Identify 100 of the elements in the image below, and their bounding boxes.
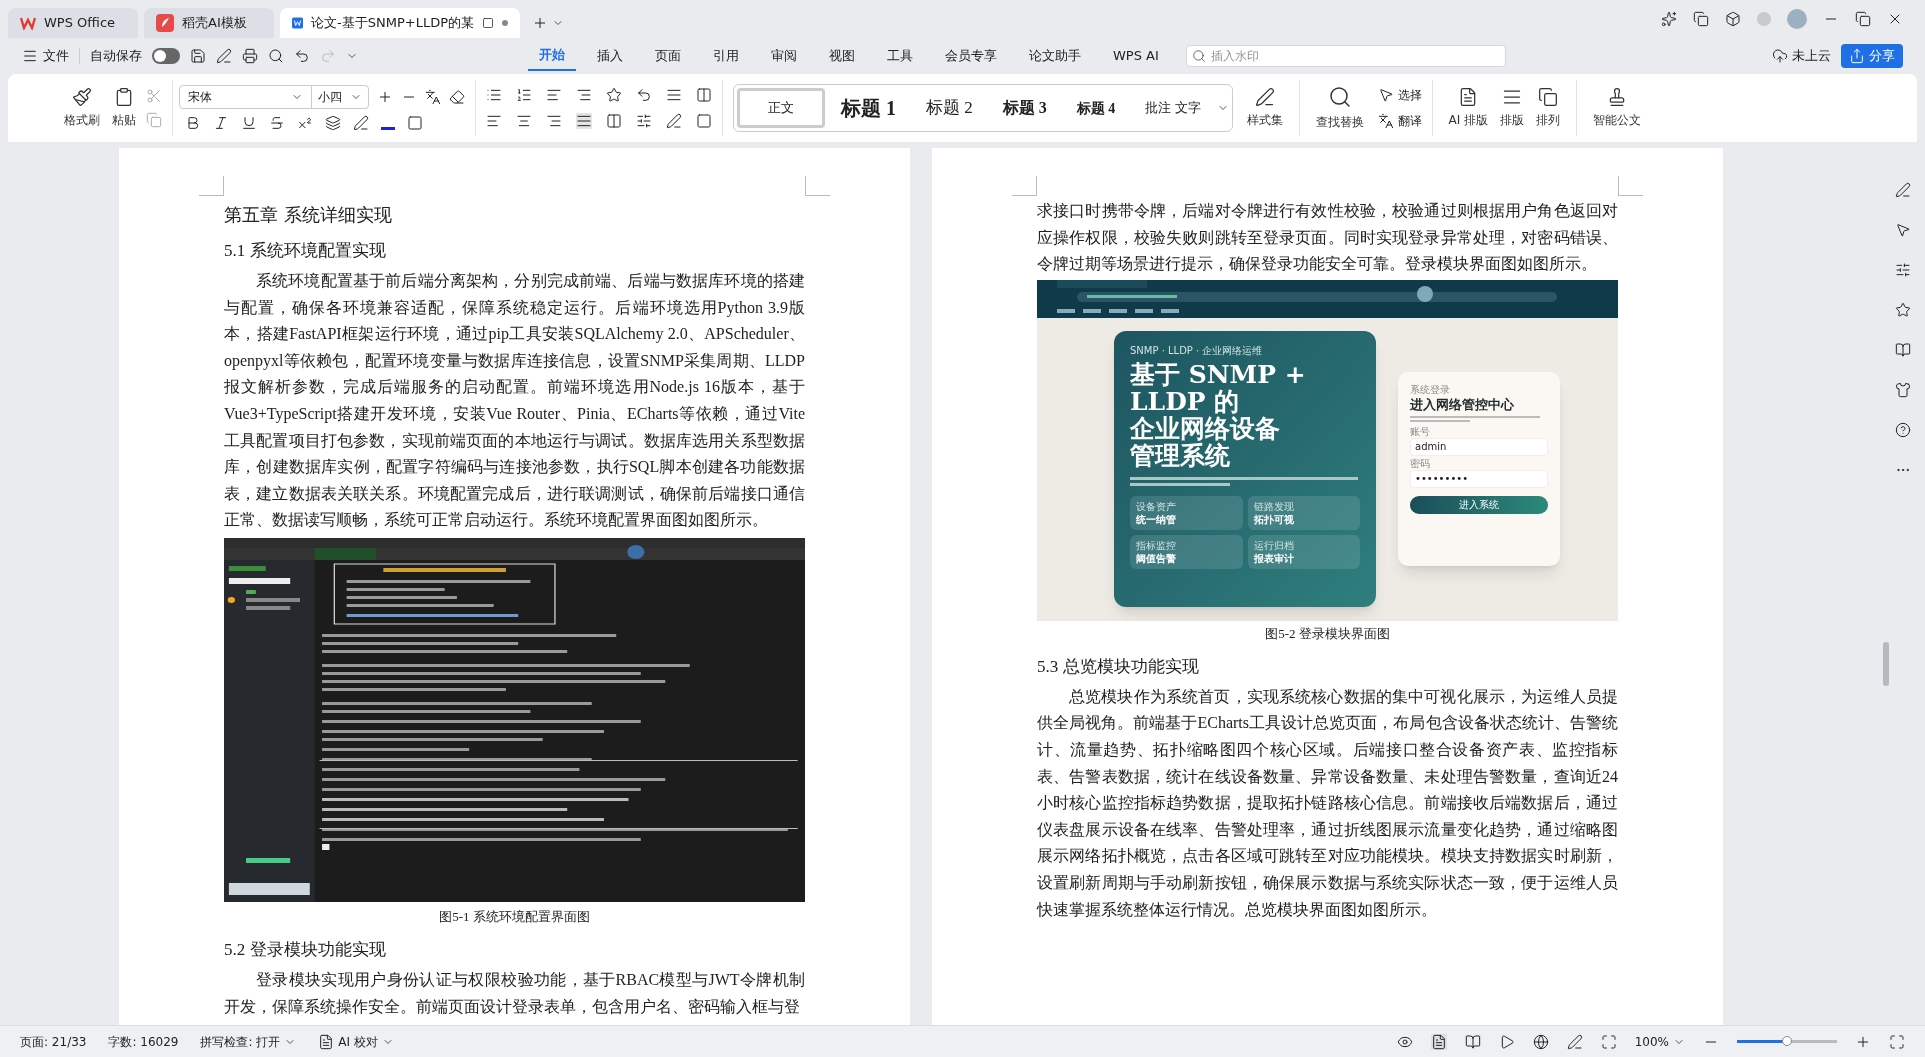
field-label: 账号: [1410, 426, 1430, 439]
clear-format-icon[interactable]: [449, 89, 465, 105]
web-view-icon[interactable]: [1532, 1033, 1549, 1050]
style-preset[interactable]: 正文: [737, 88, 825, 128]
ai-check-button[interactable]: AI 校对: [318, 1032, 394, 1051]
password-field[interactable]: •••••••••: [1410, 470, 1548, 489]
form-title: 进入网络管控中心: [1410, 396, 1514, 415]
columns-icon[interactable]: [696, 87, 712, 103]
strikethrough-icon[interactable]: [269, 115, 285, 131]
underline-icon[interactable]: [241, 115, 257, 131]
shirt-icon[interactable]: [1895, 382, 1911, 398]
ribbon-tab[interactable]: 插入: [586, 41, 634, 71]
paste-button[interactable]: 粘贴: [106, 87, 142, 129]
pen-icon[interactable]: [1895, 182, 1911, 198]
ai-icon[interactable]: [1661, 11, 1677, 27]
zoom-level[interactable]: 100%: [1634, 1032, 1685, 1051]
highlight-icon[interactable]: [353, 115, 369, 131]
ribbon-tab[interactable]: 开始: [528, 41, 576, 71]
new-tab-icon[interactable]: [532, 15, 548, 31]
word-count[interactable]: 字数: 16029: [108, 1032, 179, 1051]
fit-icon[interactable]: [1600, 1033, 1617, 1050]
style-set-button[interactable]: 样式集: [1240, 87, 1289, 129]
find-replace-button[interactable]: 查找替换: [1309, 85, 1370, 131]
line-spacing-icon[interactable]: [666, 87, 682, 103]
ribbon-tab[interactable]: 工具: [876, 41, 924, 71]
cloud-button[interactable]: 未上云: [1772, 46, 1831, 66]
page-count[interactable]: 页面: 21/33: [20, 1032, 87, 1051]
align-right-icon[interactable]: [546, 113, 562, 129]
layout-button[interactable]: 排版: [1494, 87, 1531, 129]
ribbon-tab[interactable]: 审阅: [760, 41, 808, 71]
style-preset[interactable]: 标题 3: [988, 88, 1061, 128]
window-tab[interactable]: 论文-基于SNMP+LLDP的某: [280, 8, 520, 38]
share-button[interactable]: 分享: [1841, 44, 1903, 68]
ribbon-tab[interactable]: WPS AI: [1102, 41, 1170, 71]
style-preset[interactable]: 标题 2: [912, 88, 987, 128]
hero-title-line: 基于 SNMP +: [1130, 361, 1306, 389]
indent-icon[interactable]: [576, 87, 592, 103]
arrange-button[interactable]: 排列: [1530, 87, 1567, 129]
write-icon[interactable]: [1566, 1033, 1583, 1050]
pointer-icon[interactable]: [1895, 222, 1911, 238]
autosave-toggle[interactable]: [152, 48, 180, 64]
font-size-dropdown[interactable]: 小四: [312, 86, 368, 108]
translate-button[interactable]: 翻译: [1377, 112, 1422, 130]
fullscreen-icon[interactable]: [1889, 1033, 1905, 1050]
style-preset[interactable]: 批注 文字: [1131, 88, 1215, 128]
file-menu[interactable]: 文件: [22, 46, 69, 66]
phonetic-icon[interactable]: [425, 89, 441, 105]
help-icon[interactable]: [1895, 422, 1911, 438]
grow-font-icon[interactable]: [377, 89, 393, 105]
bold-icon[interactable]: [185, 115, 201, 131]
align-left-icon[interactable]: [486, 113, 502, 129]
login-button[interactable]: 进入系统: [1410, 496, 1548, 515]
figure-caption: 图5-1 系统环境配置界面图: [438, 907, 591, 926]
numbered-list-icon[interactable]: [516, 87, 532, 103]
print-icon[interactable]: [242, 48, 258, 64]
text-effect-icon[interactable]: [325, 115, 341, 131]
star-icon[interactable]: [1895, 302, 1911, 318]
undo-icon[interactable]: [294, 48, 310, 64]
pen-icon[interactable]: [216, 48, 232, 64]
clipboard-icon: [114, 87, 134, 107]
window-tab[interactable]: 稻壳AI模板: [144, 8, 274, 38]
smart-doc-button[interactable]: 智能公文: [1587, 87, 1648, 129]
ribbon-tab[interactable]: 视图: [818, 41, 866, 71]
select-button[interactable]: 选择: [1377, 86, 1422, 104]
ribbon-tab[interactable]: 会员专享: [934, 41, 1008, 71]
search-field[interactable]: 插入水印: [1185, 45, 1506, 67]
format-painter-button[interactable]: 格式刷: [58, 87, 106, 129]
char-border-icon[interactable]: [407, 115, 423, 131]
tab-label: 论文-基于SNMP+LLDP的某: [311, 14, 474, 33]
bullet-list-icon[interactable]: [486, 87, 502, 103]
account-field[interactable]: admin: [1410, 438, 1548, 457]
page-view-icon[interactable]: [1430, 1033, 1447, 1050]
paintbrush-icon: [72, 87, 92, 107]
style-preset[interactable]: 标题 1: [827, 88, 910, 128]
window-tab[interactable]: WPS Office: [8, 8, 138, 38]
hero-title-line: 企业网络设备: [1130, 415, 1280, 443]
save-icon[interactable]: [190, 48, 206, 64]
adjust-icon[interactable]: [1895, 262, 1911, 278]
restore-icon[interactable]: [1855, 11, 1871, 27]
ribbon-tab[interactable]: 论文助手: [1018, 41, 1092, 71]
ai-layout-button[interactable]: AI 排版: [1442, 87, 1495, 129]
reader-icon[interactable]: [1895, 342, 1911, 358]
italic-icon[interactable]: [213, 115, 229, 131]
tile-label: 链路发现: [1253, 500, 1294, 514]
tile-value: 报表审计: [1253, 552, 1294, 566]
outdent-icon[interactable]: [546, 87, 562, 103]
borders-icon[interactable]: [696, 113, 712, 129]
cube-icon[interactable]: [1725, 11, 1741, 27]
scrollbar-thumb[interactable]: [1883, 642, 1889, 686]
ribbon-tab[interactable]: 引用: [702, 41, 750, 71]
spell-check-button[interactable]: 拼写检查: 打开: [200, 1032, 297, 1051]
justify-icon[interactable]: [576, 113, 592, 129]
align-center-icon[interactable]: [516, 113, 532, 129]
window-icon[interactable]: [1693, 11, 1709, 27]
style-preset[interactable]: 标题 4: [1062, 88, 1130, 128]
print-preview-icon[interactable]: [268, 48, 284, 64]
ribbon-tab[interactable]: 页面: [644, 41, 692, 71]
font-dropdown[interactable]: 宋体: [180, 86, 312, 108]
spacing-icon[interactable]: [636, 113, 652, 129]
superscript-icon[interactable]: [297, 115, 313, 131]
